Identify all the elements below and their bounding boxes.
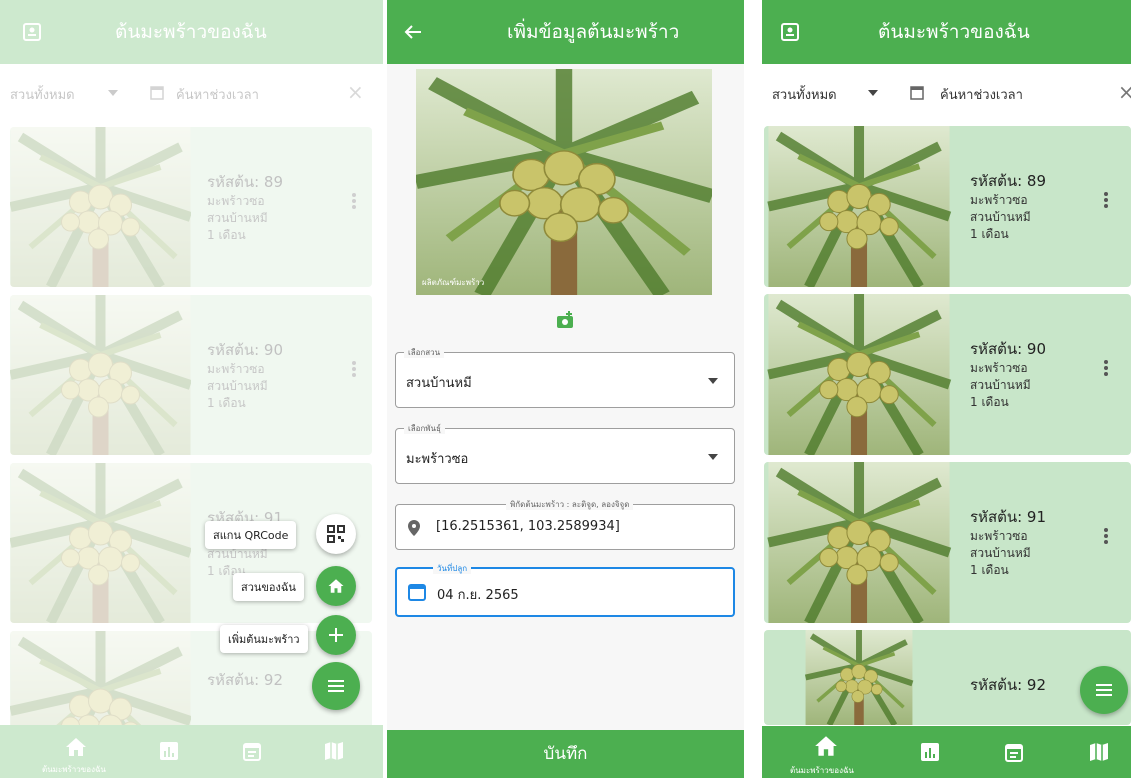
calendar-icon[interactable] <box>1002 740 1026 764</box>
speed-dial-toggle[interactable] <box>312 662 360 710</box>
location-pin-icon <box>408 520 420 536</box>
tree-age: 1 เดือน <box>970 395 1009 409</box>
chevron-down-icon <box>708 454 718 460</box>
filter-bar: สวนทั้งหมด ค้นหาช่วงเวลา × <box>762 64 1131 122</box>
tree-photo <box>764 462 954 623</box>
tree-code: รหัสต้น: 91 <box>970 508 1047 526</box>
variety-select-value: มะพร้าวซอ <box>406 452 469 467</box>
app-bar: เพิ่มข้อมูลต้นมะพร้าว <box>387 0 744 64</box>
chevron-down-icon <box>708 378 718 384</box>
tree-garden: สวนบ้านหมี <box>970 546 1031 560</box>
tree-variety: มะพร้าวซอ <box>970 193 1028 207</box>
more-vert-icon[interactable] <box>1096 358 1116 382</box>
scan-qr-button[interactable] <box>316 514 356 554</box>
chevron-down-icon[interactable] <box>868 90 878 96</box>
garden-select[interactable]: เลือกสวน สวนบ้านหมี <box>395 347 735 408</box>
tree-card[interactable]: รหัสต้น: 89 มะพร้าวซอ สวนบ้านหมี 1 เดือน <box>764 126 1131 287</box>
date-range-search[interactable]: ค้นหาช่วงเวลา <box>940 84 1023 105</box>
tree-code: รหัสต้น: 89 <box>970 172 1047 190</box>
speed-dial-toggle[interactable] <box>1080 666 1128 714</box>
tree-garden: สวนบ้านหมี <box>970 378 1031 392</box>
add-tree-chip[interactable]: เพิ่มต้นมะพร้าว <box>220 625 308 653</box>
tree-code: รหัสต้น: 90 <box>970 340 1047 358</box>
tree-variety: มะพร้าวซอ <box>970 529 1028 543</box>
list-screen-speed-dial: ต้นมะพร้าวของฉัน สวนทั้งหมด ค้นหาช่วงเวล… <box>0 0 383 778</box>
nav-home-label: ต้นมะพร้าวของฉัน <box>790 766 854 775</box>
planted-date-field[interactable]: วันที่ปลูก 04 ก.ย. 2565 <box>395 563 735 617</box>
map-icon[interactable] <box>1087 740 1111 764</box>
more-vert-icon[interactable] <box>1096 190 1116 214</box>
tree-garden: สวนบ้านหมี <box>970 210 1031 224</box>
tree-info: รหัสต้น: 92 <box>970 674 1046 696</box>
garden-filter-select[interactable]: สวนทั้งหมด <box>772 84 837 105</box>
location-field-value: [16.2515361, 103.2589934] <box>436 519 620 534</box>
tree-info: รหัสต้น: 91 มะพร้าวซอ สวนบ้านหมี 1 เดือน <box>970 506 1046 579</box>
nav-home[interactable]: ต้นมะพร้าวของฉัน <box>790 726 854 778</box>
chart-icon[interactable] <box>918 740 942 764</box>
menu-icon <box>328 680 344 692</box>
photo-caption: ผลิตภัณฑ์มะพร้าว <box>422 278 485 287</box>
tree-info: รหัสต้น: 89 มะพร้าวซอ สวนบ้านหมี 1 เดือน <box>970 170 1046 243</box>
location-field[interactable]: พิกัดต้นมะพร้าว : ละติจูด, ลองจิจูด [16.… <box>395 499 735 550</box>
list-screen: ต้นมะพร้าวของฉัน สวนทั้งหมด ค้นหาช่วงเวล… <box>762 0 1131 778</box>
garden-select-value: สวนบ้านหมี <box>406 376 472 391</box>
bottom-nav: ต้นมะพร้าวของฉัน <box>762 726 1131 778</box>
tree-photo <box>764 294 954 455</box>
back-arrow-icon[interactable] <box>401 20 425 44</box>
more-vert-icon[interactable] <box>1096 526 1116 550</box>
home-icon <box>815 736 837 756</box>
tree-photo <box>764 630 954 725</box>
tree-card[interactable]: รหัสต้น: 91 มะพร้าวซอ สวนบ้านหมี 1 เดือน <box>764 462 1131 623</box>
tree-card[interactable]: รหัสต้น: 90 มะพร้าวซอ สวนบ้านหมี 1 เดือน <box>764 294 1131 455</box>
location-field-label: พิกัดต้นมะพร้าว : ละติจูด, ลองจิจูด <box>506 499 634 510</box>
my-garden-chip[interactable]: สวนของฉัน <box>233 573 304 601</box>
plus-icon <box>329 628 343 642</box>
profile-card-icon[interactable] <box>778 20 802 44</box>
planted-date-value: 04 ก.ย. 2565 <box>437 588 519 603</box>
qr-code-icon <box>327 525 345 543</box>
scan-qr-chip[interactable]: สแกน QRCode <box>205 521 297 549</box>
planted-date-label: วันที่ปลูก <box>433 563 472 574</box>
page-title: ต้นมะพร้าวของฉัน <box>878 21 1030 43</box>
home-icon <box>328 579 344 593</box>
save-button[interactable]: บันทึก <box>387 730 744 778</box>
app-bar: ต้นมะพร้าวของฉัน <box>762 0 1131 64</box>
clear-icon[interactable]: × <box>1118 80 1131 104</box>
speed-dial-overlay[interactable] <box>0 0 383 778</box>
add-tree-screen: เพิ่มข้อมูลต้นมะพร้าว ผลิตภัณฑ์มะพร้าว เ… <box>387 0 744 778</box>
calendar-icon[interactable] <box>910 84 924 100</box>
add-photo-icon[interactable] <box>555 310 575 330</box>
tree-card[interactable]: รหัสต้น: 92 <box>764 630 1131 725</box>
tree-photo-preview: ผลิตภัณฑ์มะพร้าว <box>416 69 712 295</box>
menu-icon <box>1096 684 1112 696</box>
variety-select-label: เลือกพันธุ์ <box>404 423 445 434</box>
tree-age: 1 เดือน <box>970 563 1009 577</box>
tree-age: 1 เดือน <box>970 227 1009 241</box>
garden-select-label: เลือกสวน <box>404 347 445 358</box>
variety-select[interactable]: เลือกพันธุ์ มะพร้าวซอ <box>395 423 735 484</box>
tree-info: รหัสต้น: 90 มะพร้าวซอ สวนบ้านหมี 1 เดือน <box>970 338 1046 411</box>
page-title: เพิ่มข้อมูลต้นมะพร้าว <box>507 21 680 43</box>
calendar-icon <box>408 584 426 601</box>
tree-variety: มะพร้าวซอ <box>970 361 1028 375</box>
tree-code: รหัสต้น: 92 <box>970 676 1047 694</box>
add-tree-button[interactable] <box>316 615 356 655</box>
tree-photo <box>764 126 954 287</box>
my-garden-button[interactable] <box>316 566 356 606</box>
